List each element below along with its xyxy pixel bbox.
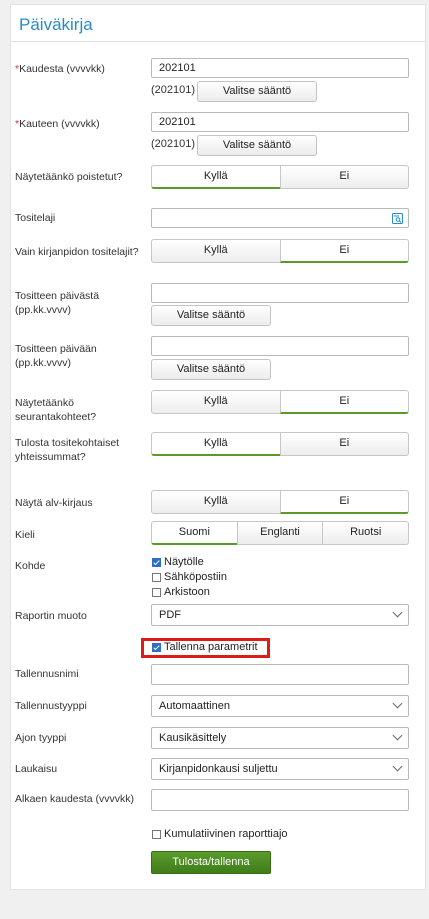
tallennustyyppi-label: Tallennustyyppi [15, 700, 87, 712]
seurantakohteet-yes-option[interactable]: Kyllä [151, 390, 281, 414]
chevron-down-icon [392, 607, 403, 618]
print-save-button[interactable]: Tulosta/tallenna [151, 851, 271, 874]
kohde-option-sahkopostiin[interactable]: Sähköpostiin [152, 571, 227, 584]
poistetut-toggle: Kyllä Ei [151, 165, 409, 189]
seurantakohteet-toggle: Kyllä Ei [151, 390, 409, 414]
paivasta-label: Tositteen päivästä (pp.kk.vvvv) [15, 290, 100, 316]
tallennusnimi-label: Tallennusnimi [15, 668, 79, 680]
ajon-tyyppi-label: Ajon tyyppi [15, 732, 67, 744]
kieli-label: Kieli [15, 529, 35, 541]
kauteen-rule-button[interactable]: Valitse sääntö [197, 135, 317, 156]
tositelaji-input[interactable] [151, 208, 409, 228]
kauteen-label: *Kauteen (vvvvkk) [15, 118, 100, 130]
checkbox[interactable] [152, 588, 161, 597]
poistetut-no-option[interactable]: Ei [279, 165, 409, 189]
vain-kirjanpidon-label: Vain kirjanpidon tositelajit? [15, 246, 139, 258]
poistetut-label: Näytetäänkö poistetut? [15, 171, 123, 183]
checkbox[interactable] [152, 830, 161, 839]
alv-label: Näytä alv-kirjaus [15, 497, 93, 509]
kieli-option-ruotsi[interactable]: Ruotsi [322, 521, 410, 545]
chevron-down-icon [392, 761, 403, 772]
tallennustyyppi-select[interactable]: Automaattinen [151, 695, 409, 717]
tallennusnimi-input[interactable] [151, 664, 409, 685]
yhteissummat-no-option[interactable]: Ei [279, 432, 409, 456]
alv-toggle: Kyllä Ei [151, 490, 409, 514]
paivaan-label: Tositteen päivään (pp.kk.vvvv) [15, 343, 97, 369]
kaudesta-input[interactable]: 202101 [151, 58, 409, 78]
poistetut-yes-option[interactable]: Kyllä [151, 165, 281, 189]
paivasta-input[interactable] [151, 283, 409, 303]
alkaen-kaudesta-input[interactable] [151, 789, 409, 811]
raportin-muoto-label: Raportin muoto [15, 610, 87, 622]
kauteen-hint: (202101) [151, 138, 196, 150]
kohde-option-naytolle[interactable]: Näytölle [152, 556, 204, 569]
vain-kirjanpidon-yes-option[interactable]: Kyllä [151, 239, 281, 263]
yhteissummat-label: Tulosta tositekohtaiset yhteissummat? [15, 437, 120, 463]
laukaisu-select[interactable]: Kirjanpidonkausi suljettu [151, 758, 409, 780]
alkaen-kaudesta-label: Alkaen kaudesta (vvvvkk) [15, 793, 135, 805]
ajon-tyyppi-select[interactable]: Kausikäsittely [151, 727, 409, 749]
raportin-muoto-select[interactable]: PDF [151, 604, 409, 626]
search-list-icon[interactable] [392, 213, 403, 224]
chevron-down-icon [392, 698, 403, 709]
tositelaji-label: Tositelaji [15, 212, 56, 224]
kauteen-input[interactable]: 202101 [151, 112, 409, 132]
alv-yes-option[interactable]: Kyllä [151, 490, 281, 514]
kaudesta-label: *Kaudesta (vvvvkk) [15, 63, 105, 75]
kohde-label: Kohde [15, 560, 46, 572]
kieli-selector: Suomi Englanti Ruotsi [151, 521, 410, 545]
kaudesta-hint: (202101) [151, 84, 196, 96]
paivasta-rule-button[interactable]: Valitse sääntö [151, 305, 271, 326]
checkbox[interactable] [152, 573, 161, 582]
paivaan-input[interactable] [151, 336, 409, 356]
vain-kirjanpidon-toggle: Kyllä Ei [151, 239, 409, 263]
laukaisu-label: Laukaisu [15, 763, 58, 775]
seurantakohteet-label: Näytetäänkö seurantakohteet? [15, 397, 97, 423]
kieli-option-suomi[interactable]: Suomi [151, 521, 238, 545]
seurantakohteet-no-option[interactable]: Ei [279, 390, 409, 414]
vain-kirjanpidon-no-option[interactable]: Ei [279, 239, 409, 263]
yhteissummat-toggle: Kyllä Ei [151, 432, 409, 456]
chevron-down-icon [392, 730, 403, 741]
kohde-option-arkistoon[interactable]: Arkistoon [152, 586, 210, 599]
kieli-option-englanti[interactable]: Englanti [236, 521, 324, 545]
paivaan-rule-button[interactable]: Valitse sääntö [151, 359, 271, 380]
checkbox-checked[interactable] [152, 643, 161, 652]
tallenna-parametrit-checkbox[interactable]: Tallenna parametrit [152, 641, 258, 654]
page-title: Päiväkirja [19, 15, 93, 34]
panel-header: Päiväkirja [11, 5, 425, 42]
kumulatiivinen-checkbox[interactable]: Kumulatiivinen raporttiajo [152, 828, 288, 841]
yhteissummat-yes-option[interactable]: Kyllä [151, 432, 281, 456]
alv-no-option[interactable]: Ei [279, 490, 409, 514]
checkbox-checked[interactable] [152, 558, 161, 567]
kaudesta-rule-button[interactable]: Valitse sääntö [197, 81, 317, 102]
